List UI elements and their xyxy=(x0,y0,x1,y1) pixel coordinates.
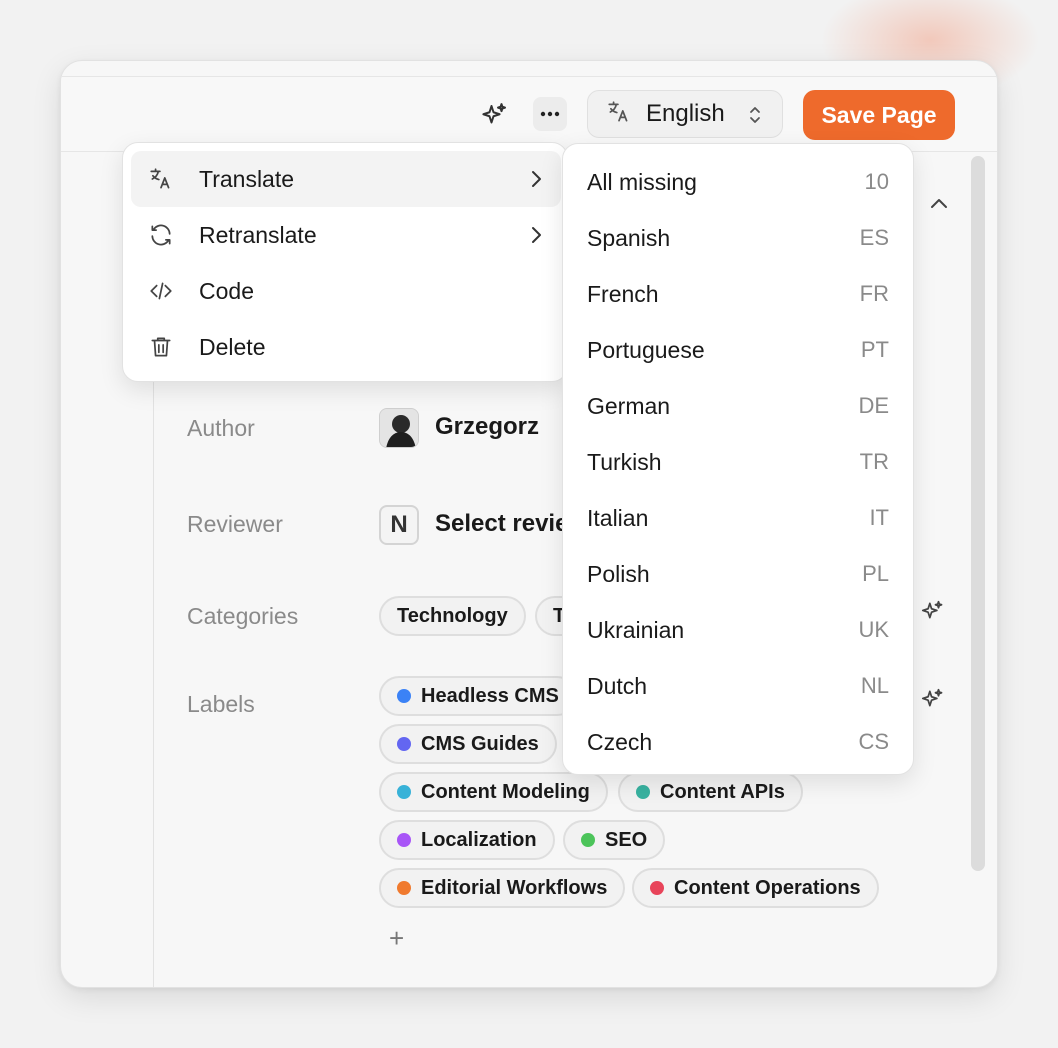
submenu-item-italian[interactable]: Italian IT xyxy=(563,490,915,546)
submenu-item-label: All missing xyxy=(587,168,697,195)
submenu-item-german[interactable]: German DE xyxy=(563,378,915,434)
label-chip[interactable]: Content Modeling xyxy=(379,772,608,812)
submenu-item-dutch[interactable]: Dutch NL xyxy=(563,658,915,714)
label-color-dot xyxy=(636,785,650,799)
submenu-item-label: Polish xyxy=(587,560,650,587)
submenu-item-all-missing[interactable]: All missing 10 xyxy=(563,154,915,210)
save-page-button[interactable]: Save Page xyxy=(803,90,955,140)
language-select-label: English xyxy=(646,100,725,127)
chevron-right-icon xyxy=(529,224,543,251)
code-icon xyxy=(147,277,175,305)
label-chip-text: SEO xyxy=(605,828,648,851)
submenu-item-label: Czech xyxy=(587,728,653,755)
label-chip[interactable]: CMS Guides xyxy=(379,724,557,764)
submenu-item-turkish[interactable]: Turkish TR xyxy=(563,434,915,490)
label-chip[interactable]: Localization xyxy=(379,820,555,860)
category-chip-label: Technology xyxy=(397,604,508,627)
label-chip-text: CMS Guides xyxy=(421,732,539,755)
submenu-item-code: IT xyxy=(869,505,889,530)
ellipsis-icon xyxy=(540,111,560,117)
translate-icon xyxy=(606,99,632,130)
submenu-item-french[interactable]: French FR xyxy=(563,266,915,322)
reviewer-label: Reviewer xyxy=(187,511,283,537)
menu-item-label: Code xyxy=(199,277,254,304)
menu-item-retranslate[interactable]: Retranslate xyxy=(131,207,561,263)
label-chip-text: Editorial Workflows xyxy=(421,876,608,899)
submenu-item-code: PL xyxy=(862,561,889,586)
translate-icon xyxy=(147,165,175,193)
label-color-dot xyxy=(397,785,411,799)
ai-sparkle-icon[interactable] xyxy=(479,101,509,131)
submenu-item-code: NL xyxy=(860,673,889,698)
add-label-button[interactable]: + xyxy=(389,923,404,954)
category-chip[interactable]: Technology xyxy=(379,596,526,636)
reviewer-placeholder-badge: N xyxy=(379,505,419,545)
context-menu: Translate Retranslate Code Delete xyxy=(122,142,568,382)
author-label: Author xyxy=(187,415,255,441)
reviewer-select[interactable]: Select revie xyxy=(435,510,568,538)
submenu-item-ukrainian[interactable]: Ukrainian UK xyxy=(563,602,915,658)
label-chip-text: Localization xyxy=(421,828,537,851)
submenu-item-label: Spanish xyxy=(587,224,671,251)
refresh-icon xyxy=(147,221,175,249)
submenu-item-spanish[interactable]: Spanish ES xyxy=(563,210,915,266)
menu-item-label: Translate xyxy=(199,165,295,192)
submenu-item-code: CS xyxy=(858,729,889,754)
submenu-item-count: 10 xyxy=(864,169,889,194)
language-select[interactable]: English xyxy=(587,90,783,138)
submenu-item-label: Turkish xyxy=(587,448,662,475)
scrollbar[interactable] xyxy=(971,156,985,871)
menu-item-code[interactable]: Code xyxy=(131,263,561,319)
ai-sparkle-icon[interactable] xyxy=(919,687,945,718)
author-value[interactable]: Grzegorz xyxy=(435,413,539,441)
submenu-item-czech[interactable]: Czech CS xyxy=(563,714,915,770)
label-chip[interactable]: Headless CMS xyxy=(379,676,577,716)
translate-submenu: All missing 10 Spanish ES French FR Port… xyxy=(562,143,914,775)
label-chip-text: Content Modeling xyxy=(421,780,590,803)
menu-item-label: Delete xyxy=(199,333,266,360)
submenu-item-polish[interactable]: Polish PL xyxy=(563,546,915,602)
label-chip-text: Headless CMS xyxy=(421,684,559,707)
submenu-item-label: German xyxy=(587,392,671,419)
submenu-item-code: DE xyxy=(858,393,889,418)
labels-label: Labels xyxy=(187,691,255,717)
submenu-item-label: French xyxy=(587,280,659,307)
submenu-item-code: FR xyxy=(859,281,889,306)
submenu-item-code: UK xyxy=(858,617,889,642)
label-color-dot xyxy=(581,833,595,847)
label-chip[interactable]: Content APIs xyxy=(618,772,803,812)
label-color-dot xyxy=(397,689,411,703)
more-options-button[interactable] xyxy=(533,97,567,131)
submenu-item-portuguese[interactable]: Portuguese PT xyxy=(563,322,915,378)
label-color-dot xyxy=(397,737,411,751)
toolbar: English Save Page xyxy=(61,76,997,152)
menu-item-label: Retranslate xyxy=(199,221,317,248)
trash-icon xyxy=(147,333,175,361)
chevron-up-down-icon xyxy=(748,104,762,131)
menu-item-delete[interactable]: Delete xyxy=(131,319,561,375)
chevron-right-icon xyxy=(529,168,543,195)
label-color-dot xyxy=(650,881,664,895)
avatar xyxy=(379,408,419,448)
ai-sparkle-icon[interactable] xyxy=(919,599,945,630)
label-chip-text: Content Operations xyxy=(674,876,861,899)
submenu-item-label: Italian xyxy=(587,504,649,531)
menu-item-translate[interactable]: Translate xyxy=(131,151,561,207)
submenu-item-label: Portuguese xyxy=(587,336,705,363)
chevron-up-icon[interactable] xyxy=(927,193,951,218)
label-color-dot xyxy=(397,881,411,895)
label-chip[interactable]: SEO xyxy=(563,820,666,860)
submenu-item-code: PT xyxy=(860,337,889,362)
categories-label: Categories xyxy=(187,603,299,629)
label-color-dot xyxy=(397,833,411,847)
submenu-item-label: Dutch xyxy=(587,672,648,699)
submenu-item-code: ES xyxy=(859,225,889,250)
submenu-item-code: TR xyxy=(859,449,889,474)
label-chip[interactable]: Content Operations xyxy=(632,868,879,908)
submenu-item-label: Ukrainian xyxy=(587,616,685,643)
label-chip-text: Content APIs xyxy=(660,780,785,803)
label-chip[interactable]: Editorial Workflows xyxy=(379,868,626,908)
